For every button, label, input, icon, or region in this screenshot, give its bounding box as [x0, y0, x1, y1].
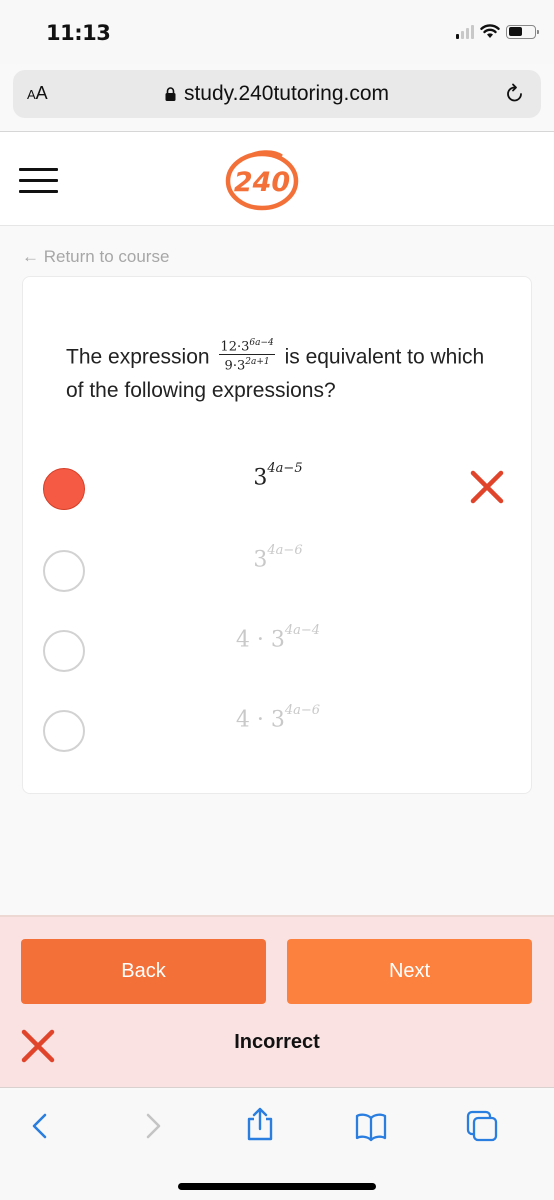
browser-toolbar — [0, 1090, 554, 1200]
option-exponent: 4a−5 — [267, 461, 303, 476]
question-card: The expression 12·36a−4 9·32a+1 is equiv… — [22, 276, 532, 794]
question-prefix: The expression — [66, 345, 210, 369]
url-text: study.240tutoring.com — [183, 82, 390, 105]
return-to-course-link[interactable]: ← Return to course — [22, 247, 169, 267]
option-base: 3 — [270, 707, 285, 733]
option-base: 3 — [270, 627, 285, 653]
tabs-icon[interactable] — [466, 1110, 498, 1142]
option-exponent: 4a−4 — [284, 623, 321, 638]
option-exponent: 4a−6 — [267, 543, 303, 558]
option-base: 3 — [253, 465, 268, 491]
answer-option[interactable]: 34a−6 — [23, 539, 533, 599]
feedback-panel: Back Next Incorrect — [0, 915, 554, 1088]
option-expression: 34a−5 — [23, 461, 533, 491]
answer-option[interactable]: 34a−5 — [23, 457, 533, 517]
clock: 11:13 — [46, 21, 111, 45]
option-prefix: 4 · — [235, 627, 271, 653]
book-icon[interactable] — [355, 1110, 387, 1142]
question-text: The expression 12·36a−4 9·32a+1 is equiv… — [66, 336, 486, 405]
option-prefix: 4 · — [235, 707, 271, 733]
share-icon[interactable] — [244, 1106, 276, 1142]
option-exponent: 4a−6 — [284, 703, 321, 718]
cellular-signal-icon — [456, 24, 474, 39]
logo-240[interactable]: 240 — [224, 148, 300, 212]
status-icons — [456, 24, 539, 39]
battery-icon — [506, 24, 539, 39]
incorrect-x-icon — [470, 470, 504, 504]
reload-icon[interactable] — [503, 82, 527, 106]
result-status: Incorrect — [234, 1031, 320, 1053]
fraction-denominator: 9·32a+1 — [219, 355, 274, 373]
numerator-base: 12·3 — [220, 339, 250, 355]
home-indicator[interactable] — [178, 1183, 376, 1190]
numerator-exponent: 6a−4 — [249, 338, 274, 348]
hamburger-icon[interactable] — [19, 168, 58, 194]
option-expression: 34a−6 — [23, 543, 533, 573]
logo-text: 240 — [234, 167, 290, 198]
url-display[interactable]: study.240tutoring.com — [13, 82, 541, 106]
denominator-exponent: 2a+1 — [245, 357, 270, 368]
denominator-base: 9·3 — [224, 358, 246, 374]
status-bar: 11:13 — [0, 0, 554, 64]
chevron-right-icon[interactable] — [137, 1110, 169, 1142]
lock-icon — [165, 87, 176, 101]
question-fraction: 12·36a−4 9·32a+1 — [219, 336, 275, 374]
next-button[interactable]: Next — [287, 939, 532, 1004]
fraction-numerator: 12·36a−4 — [219, 336, 275, 356]
wifi-icon — [480, 24, 500, 38]
answer-option[interactable]: 4 · 34a−4 — [23, 619, 533, 679]
answer-option[interactable]: 4 · 34a−6 — [23, 699, 533, 759]
option-base: 3 — [253, 547, 268, 573]
address-bar[interactable]: AA study.240tutoring.com — [13, 70, 541, 118]
site-header: 240 — [0, 131, 554, 226]
option-expression: 4 · 34a−6 — [23, 703, 533, 733]
chevron-left-icon[interactable] — [24, 1110, 56, 1142]
back-button[interactable]: Back — [21, 939, 266, 1004]
option-expression: 4 · 34a−4 — [23, 623, 533, 653]
